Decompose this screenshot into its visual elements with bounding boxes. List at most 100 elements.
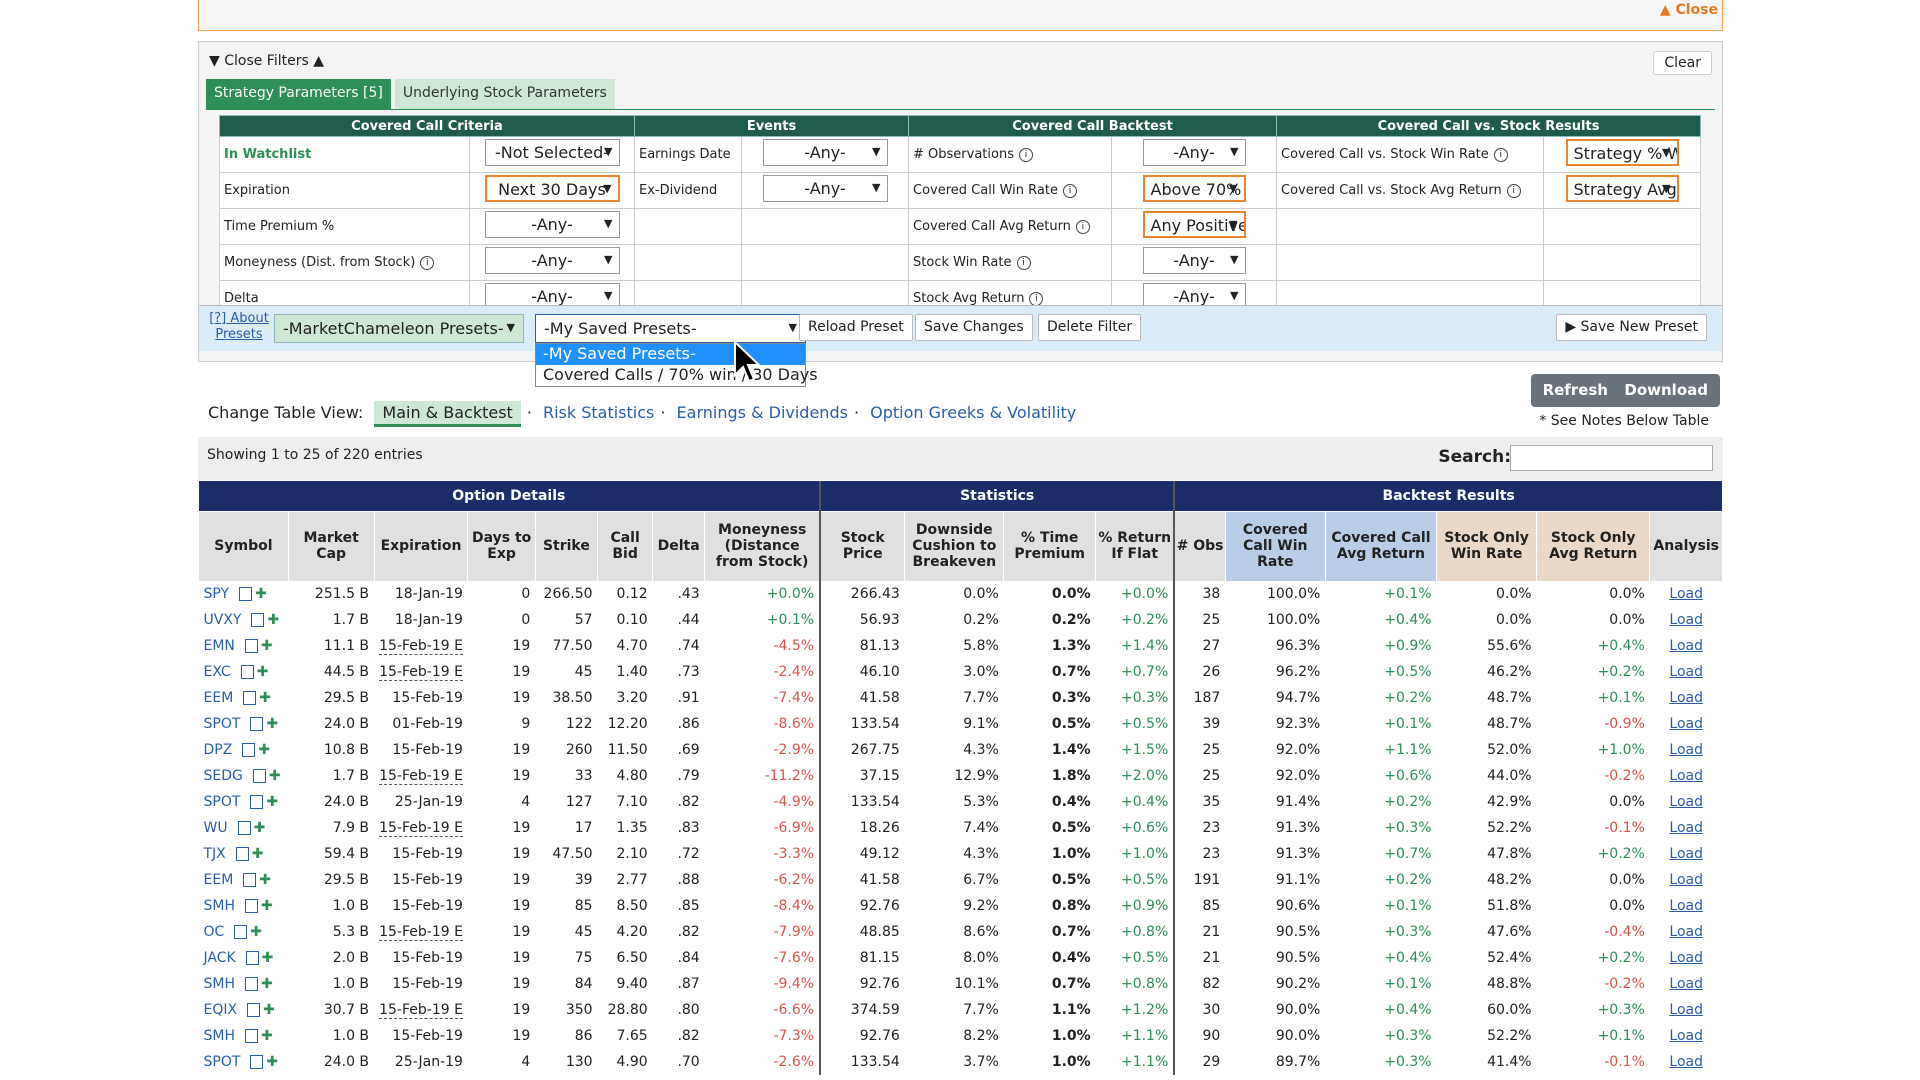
document-icon[interactable] [235, 847, 249, 861]
document-icon[interactable] [252, 769, 266, 783]
col-header[interactable]: Expiration [373, 510, 469, 582]
about-presets-link[interactable]: [?] About Presets [209, 311, 269, 343]
load-link[interactable]: Load [1650, 789, 1723, 815]
add-icon[interactable]: ✚ [261, 638, 273, 654]
add-icon[interactable]: ✚ [255, 586, 267, 602]
filter-select[interactable]: -Any- ▼ [762, 175, 888, 202]
load-link[interactable]: Load [1650, 659, 1723, 685]
tab-underlying-stock-parameters[interactable]: Underlying Stock Parameters [394, 79, 615, 109]
table-cell[interactable]: EQIX ✚ [199, 997, 289, 1023]
document-icon[interactable] [247, 1003, 261, 1017]
info-icon[interactable]: i [1016, 255, 1031, 270]
load-link[interactable]: Load [1650, 815, 1723, 841]
table-cell[interactable]: JACK ✚ [199, 945, 289, 971]
col-header[interactable]: % Time Premium [1003, 510, 1097, 582]
add-icon[interactable]: ✚ [258, 742, 270, 758]
search-input[interactable] [1510, 445, 1713, 471]
col-header[interactable]: % Return If Flat [1095, 510, 1175, 582]
table-cell[interactable]: SPOT ✚ [199, 789, 289, 815]
col-header[interactable]: Stock Only Win Rate [1436, 510, 1538, 582]
load-link[interactable]: Load [1650, 633, 1723, 659]
filter-select[interactable]: -Any- ▼ [1142, 139, 1246, 166]
load-link[interactable]: Load [1650, 1049, 1723, 1075]
col-header[interactable]: Symbol [198, 510, 289, 582]
table-cell[interactable]: SMH ✚ [199, 1023, 289, 1049]
table-cell[interactable]: SPY ✚ [199, 581, 289, 607]
download-button[interactable]: Download [1612, 374, 1720, 407]
document-icon[interactable] [245, 1029, 258, 1043]
document-icon[interactable] [245, 977, 258, 991]
add-icon[interactable]: ✚ [263, 1002, 275, 1018]
add-icon[interactable]: ✚ [259, 690, 271, 706]
info-icon[interactable]: i [1493, 147, 1508, 162]
load-link[interactable]: Load [1650, 945, 1723, 971]
add-icon[interactable]: ✚ [266, 1054, 278, 1070]
add-icon[interactable]: ✚ [261, 976, 273, 992]
load-link[interactable]: Load [1650, 867, 1723, 893]
table-cell[interactable]: EEM ✚ [199, 685, 289, 711]
table-cell[interactable]: EMN ✚ [199, 633, 289, 659]
col-header[interactable]: Stock Only Avg Return [1536, 510, 1651, 582]
view-option-greeks[interactable]: Option Greeks & Volatility [870, 403, 1076, 422]
filter-select[interactable]: -Any- ▼ [484, 247, 620, 274]
table-cell[interactable]: DPZ ✚ [199, 737, 289, 763]
document-icon[interactable] [242, 743, 256, 757]
col-header[interactable]: Covered Call Avg Return [1324, 510, 1438, 582]
table-cell[interactable]: SPOT ✚ [199, 711, 289, 737]
col-header[interactable]: Stock Price [819, 510, 906, 582]
table-cell[interactable]: SMH ✚ [199, 971, 289, 997]
col-header[interactable]: # Obs [1173, 510, 1226, 582]
view-main-backtest[interactable]: Main & Backtest [374, 401, 521, 427]
document-icon[interactable] [244, 639, 258, 653]
load-link[interactable]: Load [1650, 685, 1723, 711]
col-header[interactable]: Market Cap [287, 510, 375, 582]
col-header[interactable]: Downside Cushion to Breakeven [904, 510, 1005, 582]
close-link[interactable]: ▲ Close [1660, 2, 1718, 18]
load-link[interactable]: Load [1650, 581, 1723, 607]
tab-strategy-parameters[interactable]: Strategy Parameters [5] [206, 79, 391, 109]
load-link[interactable]: Load [1650, 1023, 1723, 1049]
load-link[interactable]: Load [1650, 919, 1723, 945]
add-icon[interactable]: ✚ [267, 612, 279, 628]
document-icon[interactable] [237, 821, 251, 835]
info-icon[interactable]: i [1029, 291, 1044, 306]
load-link[interactable]: Load [1650, 607, 1723, 633]
filter-select[interactable]: Above 70% ▼ [1142, 175, 1246, 202]
col-header[interactable]: Analysis [1649, 510, 1723, 582]
add-icon[interactable]: ✚ [266, 794, 278, 810]
document-icon[interactable] [251, 613, 265, 627]
load-link[interactable]: Load [1650, 997, 1723, 1023]
table-cell[interactable]: TJX ✚ [199, 841, 289, 867]
close-filters-toggle[interactable]: ▼ Close Filters ▲ [209, 53, 324, 69]
load-link[interactable]: Load [1650, 893, 1723, 919]
view-earnings-dividends[interactable]: Earnings & Dividends [677, 403, 848, 422]
load-link[interactable]: Load [1650, 737, 1723, 763]
info-icon[interactable]: i [1018, 147, 1033, 162]
col-header[interactable]: Covered Call Win Rate [1224, 510, 1326, 582]
add-icon[interactable]: ✚ [266, 716, 278, 732]
col-header[interactable]: Days to Exp [467, 510, 536, 582]
document-icon[interactable] [250, 1055, 264, 1069]
add-icon[interactable]: ✚ [262, 950, 274, 966]
add-icon[interactable]: ✚ [261, 898, 273, 914]
filter-select[interactable]: -Not Selected- ▼ [484, 139, 620, 166]
table-cell[interactable]: SPOT ✚ [199, 1049, 289, 1075]
document-icon[interactable] [245, 899, 258, 913]
load-link[interactable]: Load [1650, 971, 1723, 997]
table-cell[interactable]: OC ✚ [199, 919, 289, 945]
document-icon[interactable] [234, 925, 248, 939]
add-icon[interactable]: ✚ [259, 872, 271, 888]
marketchameleon-presets-select[interactable]: -MarketChameleon Presets- ▼ [274, 314, 524, 343]
info-icon[interactable]: i [420, 255, 435, 270]
table-cell[interactable]: EXC ✚ [199, 659, 289, 685]
filter-select[interactable]: Strategy % W ▼ [1565, 139, 1679, 166]
load-link[interactable]: Load [1650, 841, 1723, 867]
table-cell[interactable]: SEDG ✚ [199, 763, 289, 789]
table-cell[interactable]: WU ✚ [199, 815, 289, 841]
view-risk-statistics[interactable]: Risk Statistics [543, 403, 654, 422]
document-icon[interactable] [243, 873, 257, 887]
add-icon[interactable]: ✚ [269, 768, 281, 784]
col-header[interactable]: Call Bid [597, 510, 654, 582]
info-icon[interactable]: i [1075, 219, 1090, 234]
info-icon[interactable]: i [1062, 183, 1077, 198]
